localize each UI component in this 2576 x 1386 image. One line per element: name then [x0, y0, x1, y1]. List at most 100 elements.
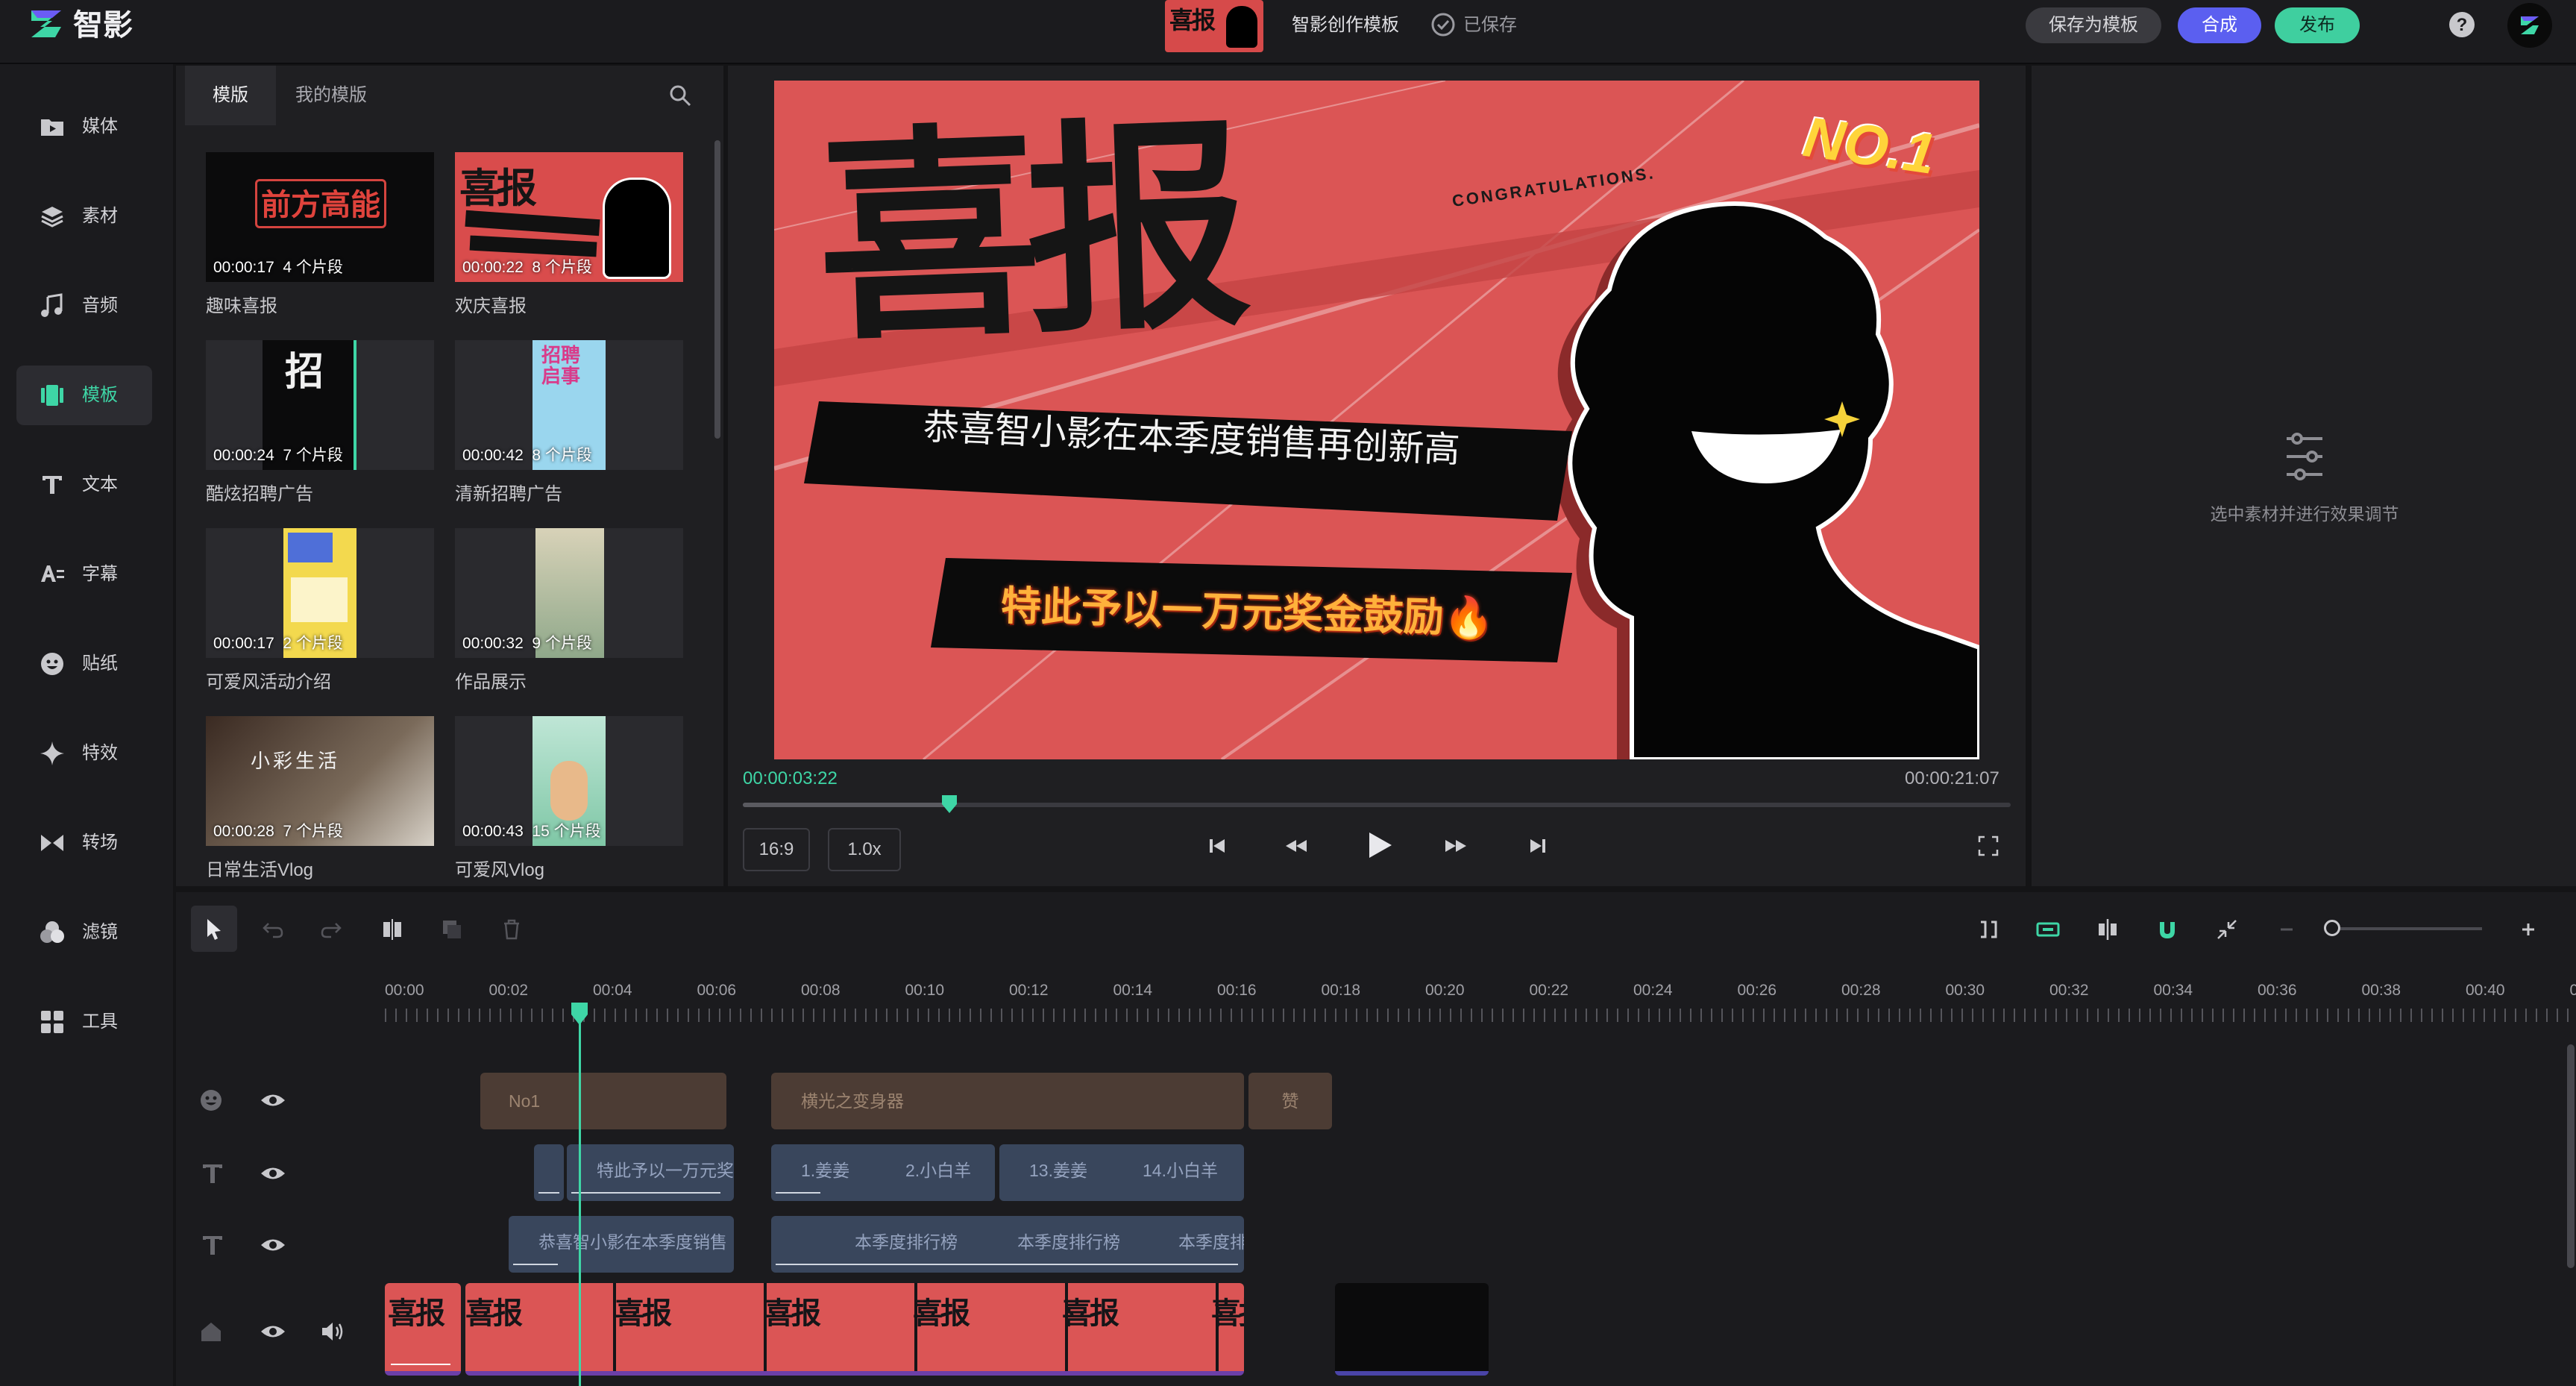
nav-label: 模板 [82, 385, 118, 405]
template-card[interactable]: 小彩生活 00:00:28 7 个片段 日常生活Vlog [206, 716, 434, 885]
undo-icon[interactable] [258, 915, 288, 944]
eye-icon[interactable] [260, 1089, 286, 1111]
save-as-template-button[interactable]: 保存为模板 [2026, 7, 2161, 43]
help-icon[interactable]: ? [2448, 10, 2476, 39]
avatar[interactable] [2507, 3, 2552, 48]
cursor-icon [207, 919, 221, 940]
nav-item-materials[interactable]: 素材 [16, 186, 152, 246]
project-thumbnail[interactable]: 喜报 [1165, 0, 1263, 52]
nav-label: 工具 [82, 1012, 118, 1032]
eye-icon[interactable] [260, 1320, 286, 1343]
nav-item-templates[interactable]: 模板 [16, 366, 152, 425]
video-clip[interactable]: 喜报 喜报 喜报 喜报 喜报 喜报 [465, 1283, 1244, 1376]
ruler-label: 00:30 [1945, 982, 1985, 999]
main-track-icon[interactable] [2033, 915, 2063, 944]
zoom-slider-handle[interactable] [2324, 920, 2340, 936]
text-clip[interactable]: 1.姜姜 2.小白羊 [771, 1144, 995, 1201]
template-card[interactable]: 00:00:43 15 个片段 可爱风Vlog [455, 716, 683, 885]
template-title: 可爱风Vlog [455, 860, 545, 880]
zoom-in-icon[interactable] [2513, 915, 2543, 944]
sticker-clip[interactable]: No1 [480, 1073, 726, 1129]
template-title: 日常生活Vlog [206, 860, 314, 880]
select-tool-button[interactable] [191, 906, 237, 952]
search-icon[interactable] [667, 82, 694, 109]
fullscreen-icon[interactable] [1973, 831, 2003, 861]
black-video-clip[interactable] [1335, 1283, 1489, 1376]
text-clip[interactable]: 特此予以一万元奖 [567, 1144, 734, 1201]
split-icon[interactable] [377, 915, 407, 944]
skip-end-icon[interactable] [1523, 831, 1553, 861]
publish-button[interactable]: 发布 [2275, 7, 2360, 43]
nav-item-tools[interactable]: 工具 [16, 992, 152, 1052]
playhead-handle-icon[interactable] [571, 1003, 588, 1025]
skip-start-icon[interactable] [1202, 831, 1232, 861]
progress-handle-icon[interactable] [942, 795, 958, 813]
ruler-label: 00:24 [1633, 982, 1673, 999]
music-icon [41, 293, 63, 317]
template-card[interactable]: 00:00:17 2 个片段 可爱风活动介绍 [206, 528, 434, 697]
nav-item-transitions[interactable]: 转场 [16, 813, 152, 873]
copy-icon[interactable] [437, 915, 467, 944]
nav-item-media[interactable]: 媒体 [16, 97, 152, 157]
app-logo-icon [31, 10, 61, 37]
zoom-out-icon[interactable] [2272, 915, 2302, 944]
aspect-ratio-button[interactable]: 16:9 [743, 828, 810, 871]
template-card[interactable]: 招 00:00:24 7 个片段 酷炫招聘广告 [206, 340, 434, 509]
nav-label: 转场 [82, 832, 118, 853]
ruler-label: 00:38 [2361, 982, 2401, 999]
ruler-label: 00:06 [697, 982, 737, 999]
template-thumbnail: 00:00:43 15 个片段 [455, 716, 683, 846]
nav-item-filters[interactable]: 滤镜 [16, 903, 152, 962]
template-card[interactable]: 招聘启事 00:00:42 8 个片段 清新招聘广告 [455, 340, 683, 509]
speed-button[interactable]: 1.0x [828, 828, 901, 871]
export-button[interactable]: 合成 [2178, 7, 2261, 43]
nav-item-effects[interactable]: 特效 [16, 724, 152, 783]
text-clip[interactable]: 恭喜智小影在本季度销售 [509, 1216, 734, 1273]
preview-canvas[interactable]: 喜报 CONGRATULATIONS. 恭喜智小影在本季度销售再创新高 特此予以… [774, 81, 1979, 759]
ruler-label: 00:12 [1009, 982, 1049, 999]
align-icon[interactable] [2093, 915, 2123, 944]
template-thumbnail: 喜报 00:00:22 8 个片段 [455, 152, 683, 282]
text-clip[interactable] [534, 1144, 564, 1201]
template-card[interactable]: 喜报 00:00:22 8 个片段 欢庆喜报 [455, 152, 683, 321]
text-clip[interactable]: 本季度排行榜 本季度排行榜 本季度排 [771, 1216, 1244, 1273]
redo-icon[interactable] [316, 915, 346, 944]
volume-icon[interactable] [319, 1319, 346, 1344]
template-card[interactable]: 前方高能 00:00:17 4 个片段 趣味喜报 [206, 152, 434, 321]
play-icon[interactable] [1360, 827, 1398, 864]
ruler-label: 00:28 [1841, 982, 1881, 999]
collapse-icon[interactable] [2212, 915, 2242, 944]
nav-item-stickers[interactable]: 贴纸 [16, 634, 152, 694]
project-name[interactable]: 智影创作模板 [1292, 12, 1399, 39]
nav-label: 音频 [82, 295, 118, 316]
nav-item-subtitles[interactable]: 字幕 [16, 545, 152, 604]
timeline-scrollbar[interactable] [2567, 1044, 2575, 1268]
fast-forward-icon[interactable] [1441, 831, 1471, 861]
template-panel: 模版 我的模版 前方高能 00:00:17 4 个片段 趣味喜报 喜报 00:0… [176, 66, 723, 886]
freeze-frame-icon[interactable] [1973, 915, 2003, 944]
text-clip[interactable]: 13.姜姜 14.小白羊 [999, 1144, 1244, 1201]
magnet-icon[interactable] [2152, 915, 2182, 944]
video-clip[interactable]: 喜报 [385, 1283, 461, 1376]
template-title: 趣味喜报 [206, 296, 277, 316]
playhead[interactable] [579, 1010, 581, 1386]
tab-my-templates[interactable]: 我的模版 [295, 66, 367, 125]
inspector-hint: 选中素材并进行效果调节 [2210, 504, 2399, 524]
rewind-icon[interactable] [1281, 831, 1311, 861]
adjust-sliders-icon [2287, 433, 2322, 480]
nav-item-text[interactable]: 文本 [16, 455, 152, 515]
eye-icon[interactable] [260, 1162, 286, 1185]
template-title: 可爱风活动介绍 [206, 672, 331, 692]
nav-item-audio[interactable]: 音频 [16, 276, 152, 336]
zoom-slider[interactable] [2333, 927, 2482, 930]
delete-icon[interactable] [497, 915, 527, 944]
template-card[interactable]: 00:00:32 9 个片段 作品展示 [455, 528, 683, 697]
tab-templates[interactable]: 模版 [185, 66, 276, 125]
template-scrollbar[interactable] [714, 140, 720, 439]
ruler-ticks [385, 1009, 2576, 1022]
sticker-clip[interactable]: 赞 [1248, 1073, 1332, 1129]
eye-icon[interactable] [260, 1234, 286, 1256]
total-time: 00:00:21:07 [1905, 768, 1999, 788]
sticker-clip[interactable]: 横光之变身器 [771, 1073, 1244, 1129]
sticker-track-icon [201, 1090, 222, 1111]
